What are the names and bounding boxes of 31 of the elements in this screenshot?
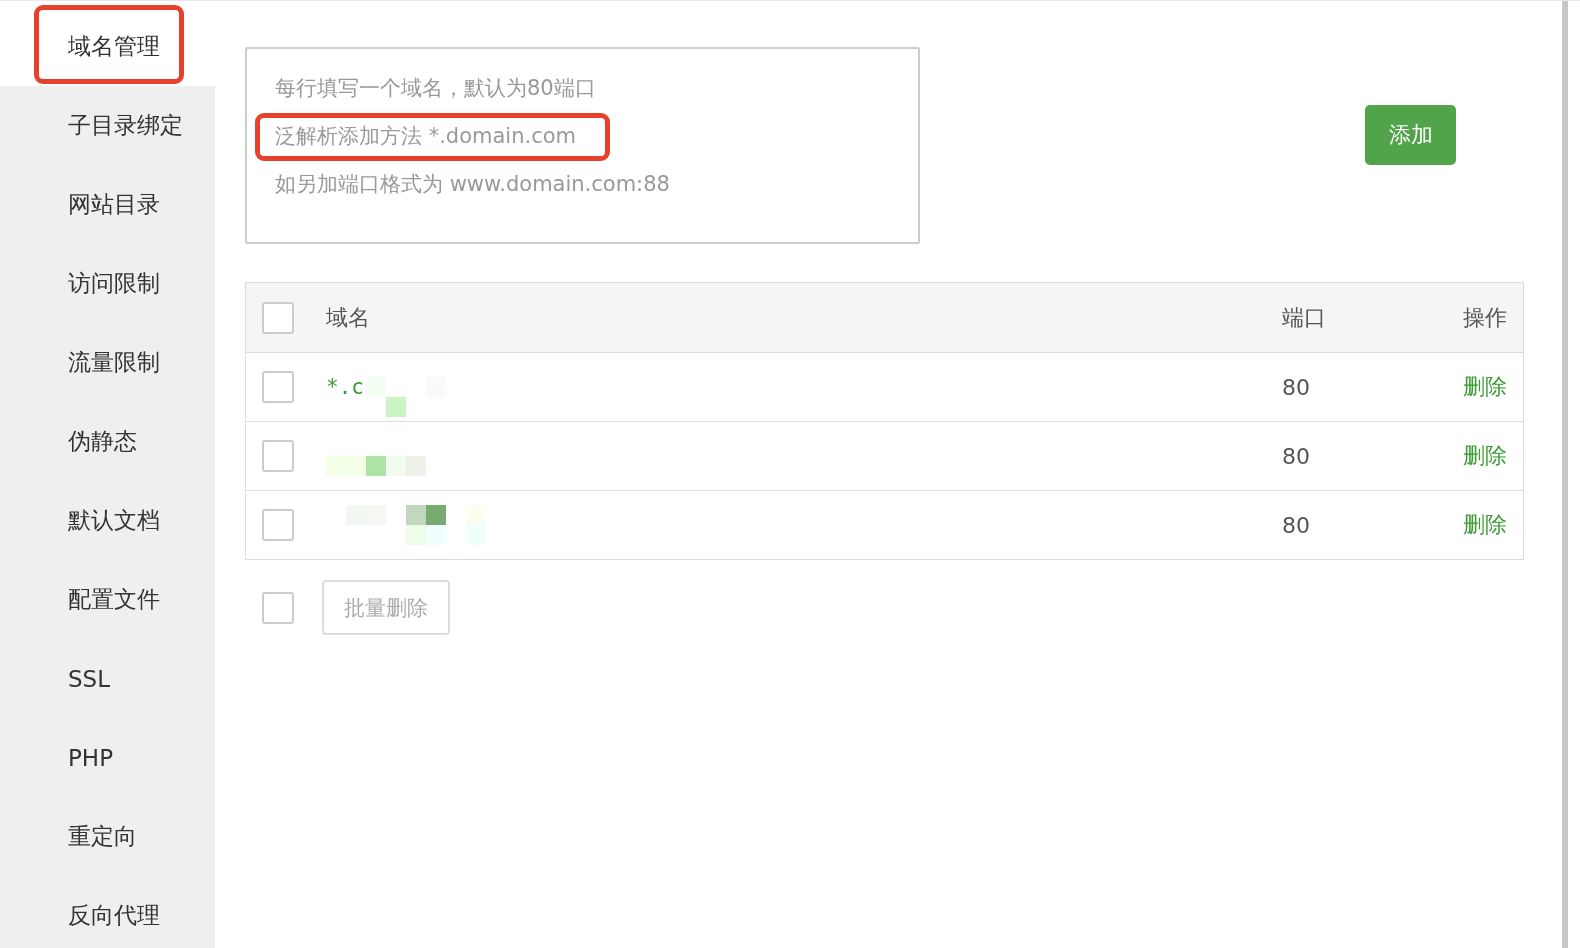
checkbox[interactable] — [262, 591, 294, 624]
port-cell-text: 80 — [1282, 512, 1311, 538]
sidebar-item[interactable]: 访问限制 — [0, 244, 215, 323]
placeholder-line: 每行填写一个域名，默认为80端口 — [275, 76, 596, 100]
checkbox[interactable] — [262, 509, 294, 541]
sidebar-item[interactable]: 配置文件 — [0, 560, 215, 639]
column-header: 域名 — [326, 303, 370, 332]
sidebar-item[interactable]: 默认文档 — [0, 481, 215, 560]
placeholder-line: 泛解析添加方法 *.domain.com — [275, 124, 577, 148]
delete-link[interactable]: 删除 — [1447, 441, 1507, 471]
sidebar-item[interactable]: 重定向 — [0, 797, 215, 876]
checkbox[interactable] — [262, 301, 294, 334]
domain-text: *.c — [326, 375, 364, 399]
checkbox[interactable] — [262, 371, 294, 403]
column-header: 操作 — [1462, 303, 1507, 332]
checkbox[interactable] — [262, 440, 294, 472]
delete-link[interactable]: 删除 — [1447, 372, 1507, 402]
scrollbar[interactable] — [1562, 1, 1568, 948]
delete-link[interactable]: 删除 — [1447, 510, 1507, 540]
sidebar-item[interactable]: SSL — [0, 639, 215, 718]
column-header: 端口 — [1282, 303, 1327, 332]
port-cell-text: 80 — [1282, 443, 1311, 469]
placeholder-line: 如另加端口格式为 www.domain.com:88 — [275, 172, 670, 196]
sidebar-item[interactable]: 网站目录 — [0, 165, 215, 244]
sidebar-item[interactable]: 伪静态 — [0, 402, 215, 481]
port-cell-text: 80 — [1282, 374, 1311, 400]
sidebar-item[interactable]: 域名管理 — [0, 1, 215, 86]
sidebar-item[interactable]: 流量限制 — [0, 323, 215, 402]
sidebar-item[interactable]: 反向代理 — [0, 876, 215, 948]
sidebar-item[interactable]: 子目录绑定 — [0, 86, 215, 165]
sidebar-item[interactable]: PHP — [0, 718, 215, 797]
